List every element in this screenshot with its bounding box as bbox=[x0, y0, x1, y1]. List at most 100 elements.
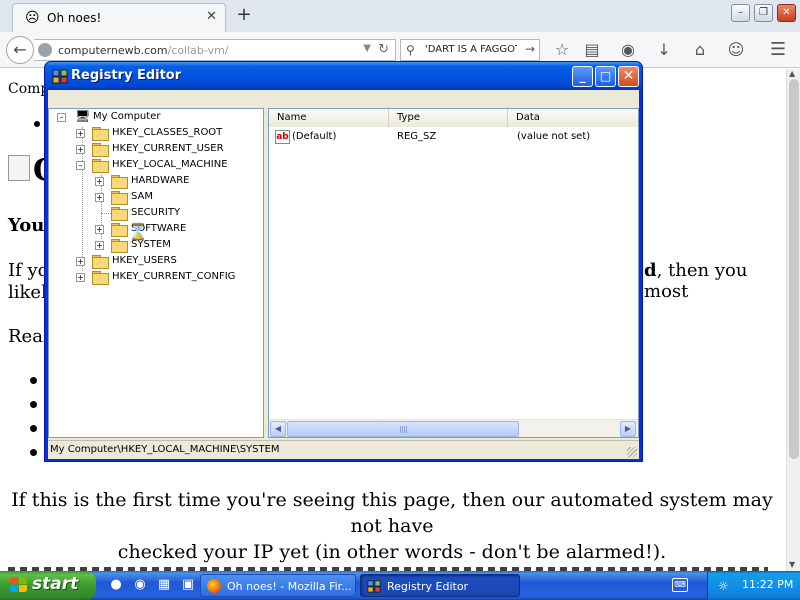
tab-favicon-icon: ☹ bbox=[25, 10, 40, 26]
browser-close-button[interactable]: ✕ bbox=[777, 4, 796, 22]
keyboard-icon[interactable]: ⌨ bbox=[672, 578, 688, 592]
registry-values-pane[interactable]: Name Type Data ab (Default) REG_SZ (valu… bbox=[268, 108, 639, 438]
folder-icon bbox=[92, 255, 109, 269]
quicklaunch-firefox-icon[interactable]: ◉ bbox=[132, 577, 148, 593]
page-para1-bold: d bbox=[644, 260, 657, 281]
scroll-down-icon[interactable]: ▼ bbox=[789, 560, 795, 569]
status-path: My Computer\HKEY_LOCAL_MACHINE\SYSTEM bbox=[50, 444, 280, 455]
quicklaunch-ie-icon[interactable]: ● bbox=[108, 577, 124, 593]
system-tray: ☼ 11:22 PM bbox=[707, 571, 800, 600]
folder-open-icon bbox=[92, 159, 109, 173]
page-scrollbar[interactable]: ▲ ▼ bbox=[786, 69, 800, 571]
reading-list-icon[interactable]: ▤ bbox=[582, 40, 602, 60]
bullet bbox=[30, 377, 37, 384]
url-bar[interactable]: computernewb.com/collab-vm/ ▼ ↻ bbox=[34, 39, 396, 61]
first-time-line-1: If this is the first time you're seeing … bbox=[11, 489, 773, 537]
column-header-type[interactable]: Type bbox=[389, 109, 508, 127]
hourglass-cursor-icon: ⌛ bbox=[128, 222, 148, 241]
scroll-left-icon[interactable]: ◀ bbox=[270, 421, 286, 437]
bullet bbox=[30, 425, 37, 432]
start-label: start bbox=[32, 574, 79, 594]
expand-icon[interactable]: + bbox=[95, 193, 104, 202]
url-dropdown-icon[interactable]: ▼ bbox=[363, 43, 371, 54]
download-icon[interactable]: ↓ bbox=[654, 40, 674, 60]
taskbar-label: Registry Editor bbox=[387, 580, 469, 593]
bullet bbox=[30, 401, 37, 408]
collapse-icon[interactable]: – bbox=[57, 113, 66, 122]
site-identity-icon[interactable] bbox=[38, 43, 52, 57]
home-icon[interactable]: ⌂ bbox=[690, 40, 710, 60]
folder-icon bbox=[111, 175, 128, 189]
tree-line bbox=[101, 213, 111, 214]
menu-icon[interactable]: ☰ bbox=[768, 40, 788, 60]
expand-icon[interactable]: + bbox=[95, 177, 104, 186]
search-bar[interactable]: ⚲ 'DART IS A FAGGOT → bbox=[400, 39, 540, 61]
folder-icon bbox=[111, 239, 128, 253]
browser-minimize-button[interactable]: – bbox=[731, 4, 750, 22]
page-scroll-thumb[interactable] bbox=[789, 79, 799, 459]
browser-tab[interactable]: ☹ Oh noes! ✕ bbox=[12, 3, 226, 32]
expand-icon[interactable]: + bbox=[76, 145, 85, 154]
expand-icon[interactable]: + bbox=[76, 129, 85, 138]
page-para1-line2: likel bbox=[8, 282, 47, 303]
back-button[interactable]: ← bbox=[6, 36, 34, 64]
registry-editor-titlebar[interactable]: Registry Editor _ □ ✕ bbox=[45, 62, 642, 90]
scroll-right-icon[interactable]: ▶ bbox=[620, 421, 636, 437]
expand-icon[interactable]: + bbox=[76, 273, 85, 282]
collapse-icon[interactable]: – bbox=[76, 161, 85, 170]
expand-icon[interactable]: + bbox=[76, 257, 85, 266]
folder-icon bbox=[111, 191, 128, 205]
registry-tree-pane[interactable]: – 🖥 My Computer + HKEY_CLASSES_ROOT + HK… bbox=[48, 108, 264, 438]
bookmark-star-icon[interactable]: ☆ bbox=[552, 40, 572, 60]
tree-label: SAM bbox=[131, 191, 154, 202]
tree-label: My Computer bbox=[93, 111, 161, 122]
browser-restore-button[interactable]: ❐ bbox=[754, 4, 773, 22]
pocket-icon[interactable]: ◉ bbox=[618, 40, 638, 60]
smiley-icon[interactable]: ☺ bbox=[726, 40, 746, 60]
new-tab-button[interactable]: + bbox=[234, 4, 254, 26]
column-header-name[interactable]: Name bbox=[269, 109, 389, 127]
tab-title: Oh noes! bbox=[47, 11, 102, 25]
broken-image-icon bbox=[8, 155, 30, 181]
regedit-menubar bbox=[48, 90, 639, 108]
url-path: /collab-vm/ bbox=[167, 44, 229, 57]
tree-label: HKEY_USERS bbox=[112, 255, 177, 266]
values-horizontal-scrollbar[interactable]: ◀ ▶ bbox=[269, 419, 638, 437]
tree-label: HKEY_CLASSES_ROOT bbox=[112, 127, 223, 138]
taskbar-button-firefox[interactable]: Oh noes! - Mozilla Fir... bbox=[200, 574, 356, 597]
regedit-minimize-button[interactable]: _ bbox=[572, 66, 593, 87]
first-time-line-2: checked your IP yet (in other words - do… bbox=[117, 541, 667, 563]
tab-close-icon[interactable]: ✕ bbox=[206, 9, 217, 24]
expand-icon[interactable]: + bbox=[95, 241, 104, 250]
scroll-up-icon[interactable]: ▲ bbox=[789, 69, 795, 78]
page-para1-left: If yo bbox=[8, 260, 49, 281]
column-header-data[interactable]: Data bbox=[508, 109, 638, 127]
regedit-close-button[interactable]: ✕ bbox=[618, 66, 639, 87]
regedit-app-icon bbox=[52, 69, 68, 84]
search-go-icon[interactable]: → bbox=[525, 42, 535, 56]
taskbar: start ● ◉ ▦ ▣ Oh noes! - Mozilla Fir... … bbox=[0, 571, 800, 600]
registry-editor-title: Registry Editor bbox=[71, 68, 182, 83]
quicklaunch-desktop-icon[interactable]: ▣ bbox=[180, 577, 196, 593]
folder-icon bbox=[92, 143, 109, 157]
regedit-maximize-button[interactable]: □ bbox=[595, 66, 616, 87]
url-text: computernewb.com/collab-vm/ bbox=[58, 44, 229, 57]
page-cutoff-line bbox=[8, 563, 768, 571]
taskbar-button-regedit[interactable]: Registry Editor bbox=[360, 574, 520, 597]
computer-icon: 🖥 bbox=[75, 109, 91, 123]
horizontal-scroll-thumb[interactable] bbox=[287, 421, 519, 437]
tree-label: HKEY_LOCAL_MACHINE bbox=[112, 159, 228, 170]
clock[interactable]: 11:22 PM bbox=[742, 578, 793, 591]
page-para1-right: d, then you most bbox=[644, 260, 786, 302]
regedit-status-bar: My Computer\HKEY_LOCAL_MACHINE\SYSTEM bbox=[48, 440, 639, 459]
tree-label: HARDWARE bbox=[131, 175, 190, 186]
quicklaunch-media-icon[interactable]: ▦ bbox=[156, 577, 172, 593]
expand-icon[interactable]: + bbox=[95, 225, 104, 234]
start-button[interactable]: start bbox=[0, 571, 96, 600]
network-icon[interactable]: ☼ bbox=[718, 578, 734, 594]
firefox-icon bbox=[207, 579, 221, 593]
browser-tab-strip: ☹ Oh noes! ✕ + – ❐ ✕ bbox=[0, 0, 800, 32]
resize-grip-icon[interactable] bbox=[627, 447, 637, 457]
reload-icon[interactable]: ↻ bbox=[378, 42, 389, 57]
registry-editor-body: – 🖥 My Computer + HKEY_CLASSES_ROOT + HK… bbox=[48, 90, 639, 459]
